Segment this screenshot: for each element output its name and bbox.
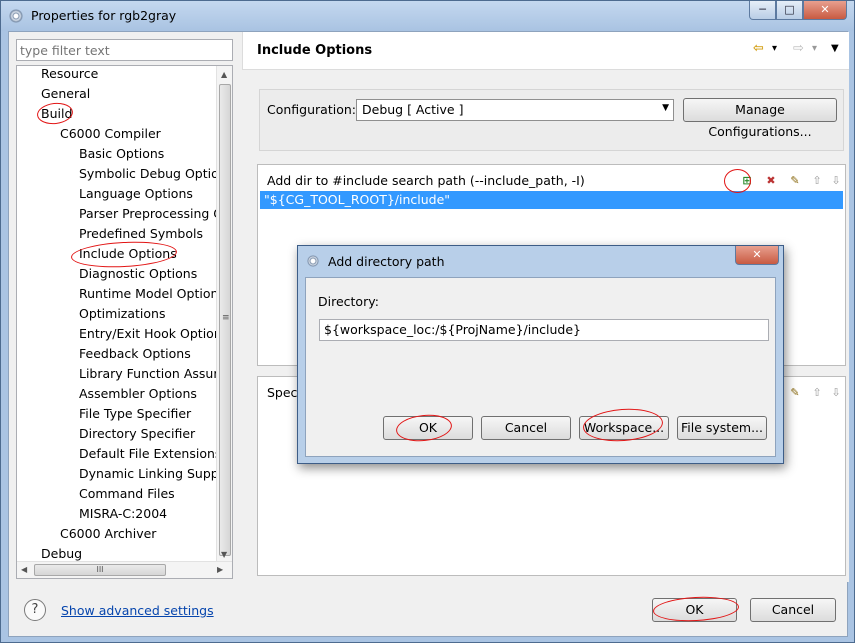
configuration-label: Configuration:	[267, 102, 356, 117]
tree-item-predefined-symbols[interactable]: Predefined Symbols	[79, 224, 203, 244]
configuration-group: Configuration: Debug [ Active ] ▼ Manage…	[259, 89, 844, 151]
tree-item-misra[interactable]: MISRA-C:2004	[79, 504, 167, 524]
ok-button[interactable]: OK	[652, 598, 737, 622]
tree-item-symbolic-debug[interactable]: Symbolic Debug Options	[79, 164, 232, 184]
add-directory-dialog: Add directory path ✕ Directory: ${worksp…	[297, 245, 784, 464]
include-path-label: Add dir to #include search path (--inclu…	[267, 173, 585, 188]
scroll-down-icon[interactable]: ▼	[221, 550, 227, 559]
tree-item-entry-exit-hook[interactable]: Entry/Exit Hook Options	[79, 324, 228, 344]
tree-item-general[interactable]: General	[41, 84, 90, 104]
edit-file-icon[interactable]: ✎	[787, 385, 803, 401]
configuration-value: Debug [ Active ]	[362, 102, 464, 117]
directory-label: Directory:	[318, 294, 379, 309]
delete-path-icon[interactable]: ✖	[763, 173, 779, 189]
tree-item-parser-preprocessing[interactable]: Parser Preprocessing Options	[79, 204, 232, 224]
minimize-button[interactable]: ─	[749, 1, 776, 20]
configuration-select[interactable]: Debug [ Active ] ▼	[356, 99, 674, 121]
edit-path-icon[interactable]: ✎	[787, 173, 803, 189]
tree-horizontal-thumb[interactable]: III	[34, 564, 166, 576]
tree-item-language-options[interactable]: Language Options	[79, 184, 193, 204]
show-advanced-settings-link[interactable]: Show advanced settings	[61, 603, 214, 618]
dialog-title: Add directory path	[328, 254, 445, 269]
tree-item-include-options[interactable]: Include Options	[79, 244, 177, 264]
dialog-client: Directory: ${workspace_loc:/${ProjName}/…	[305, 277, 776, 457]
file-move-up-icon[interactable]: ⇧	[809, 385, 825, 401]
close-window-button[interactable]: ✕	[803, 1, 847, 20]
properties-window: Properties for rgb2gray ─ □ ✕ Resource G…	[0, 0, 855, 643]
dialog-ok-button[interactable]: OK	[383, 416, 473, 440]
dialog-app-icon	[306, 254, 320, 268]
directory-input[interactable]: ${workspace_loc:/${ProjName}/include}	[319, 319, 769, 341]
maximize-button[interactable]: □	[776, 1, 803, 20]
tree-item-assembler-options[interactable]: Assembler Options	[79, 384, 197, 404]
scroll-left-icon[interactable]: ◀	[21, 565, 27, 574]
tree-item-command-files[interactable]: Command Files	[79, 484, 175, 504]
back-arrow-icon[interactable]: ⇦	[753, 41, 764, 56]
tree-horizontal-scrollbar[interactable]: ◀ III ▶	[17, 561, 232, 578]
tree-item-build[interactable]: Build	[41, 104, 72, 124]
help-icon[interactable]: ?	[24, 599, 46, 621]
dialog-close-button[interactable]: ✕	[735, 246, 779, 265]
property-tree: Resource General Build C6000 Compiler Ba…	[16, 65, 233, 579]
dropdown-arrow-icon: ▼	[662, 103, 669, 113]
manage-configurations-button[interactable]: Manage Configurations...	[683, 98, 837, 139]
page-title: Include Options	[257, 43, 373, 58]
tree-vertical-thumb[interactable]: ≡	[219, 84, 231, 556]
tree-item-runtime-model[interactable]: Runtime Model Options	[79, 284, 225, 304]
view-menu-icon[interactable]: ▼	[831, 43, 839, 54]
move-down-icon[interactable]: ⇩	[828, 173, 844, 189]
specify-label: Speci	[267, 385, 301, 400]
tree-item-feedback-options[interactable]: Feedback Options	[79, 344, 191, 364]
move-up-icon[interactable]: ⇧	[809, 173, 825, 189]
tree-item-diagnostic-options[interactable]: Diagnostic Options	[79, 264, 197, 284]
window-title: Properties for rgb2gray	[31, 8, 177, 23]
tree-item-resource[interactable]: Resource	[41, 66, 98, 84]
forward-menu-icon[interactable]: ▾	[812, 43, 817, 54]
scroll-right-icon[interactable]: ▶	[217, 565, 223, 574]
include-path-row[interactable]: "${CG_TOOL_ROOT}/include"	[260, 191, 843, 209]
tree-item-dynamic-linking[interactable]: Dynamic Linking Support	[79, 464, 232, 484]
dialog-cancel-button[interactable]: Cancel	[481, 416, 571, 440]
filter-input[interactable]	[16, 39, 233, 61]
tree-item-c6000-compiler[interactable]: C6000 Compiler	[60, 124, 161, 144]
file-system-button[interactable]: File system...	[677, 416, 767, 440]
tree-item-directory-specifier[interactable]: Directory Specifier	[79, 424, 195, 444]
tree-item-optimizations[interactable]: Optimizations	[79, 304, 165, 324]
cancel-button[interactable]: Cancel	[750, 598, 836, 622]
tree-item-default-file-extensions[interactable]: Default File Extensions	[79, 444, 221, 464]
scroll-up-icon[interactable]: ▲	[221, 70, 227, 79]
add-path-icon[interactable]: ⊞	[739, 173, 755, 189]
title-bar[interactable]: Properties for rgb2gray ─ □ ✕	[1, 1, 854, 31]
tree-item-basic-options[interactable]: Basic Options	[79, 144, 164, 164]
workspace-button[interactable]: Workspace...	[579, 416, 669, 440]
forward-arrow-icon[interactable]: ⇨	[793, 41, 804, 56]
file-move-down-icon[interactable]: ⇩	[828, 385, 844, 401]
tree-item-library-function[interactable]: Library Function Assumptions	[79, 364, 232, 384]
tree-item-c6000-archiver[interactable]: C6000 Archiver	[60, 524, 156, 544]
back-menu-icon[interactable]: ▾	[772, 43, 777, 54]
page-header: Include Options ⇦ ▾ ⇨ ▾ ▼	[242, 32, 849, 70]
scroll-grip-icon: ≡	[222, 313, 230, 323]
tree-item-file-type-specifier[interactable]: File Type Specifier	[79, 404, 191, 424]
app-icon	[8, 8, 24, 24]
tree-vertical-scrollbar[interactable]: ▲ ≡ ▼	[216, 66, 232, 562]
